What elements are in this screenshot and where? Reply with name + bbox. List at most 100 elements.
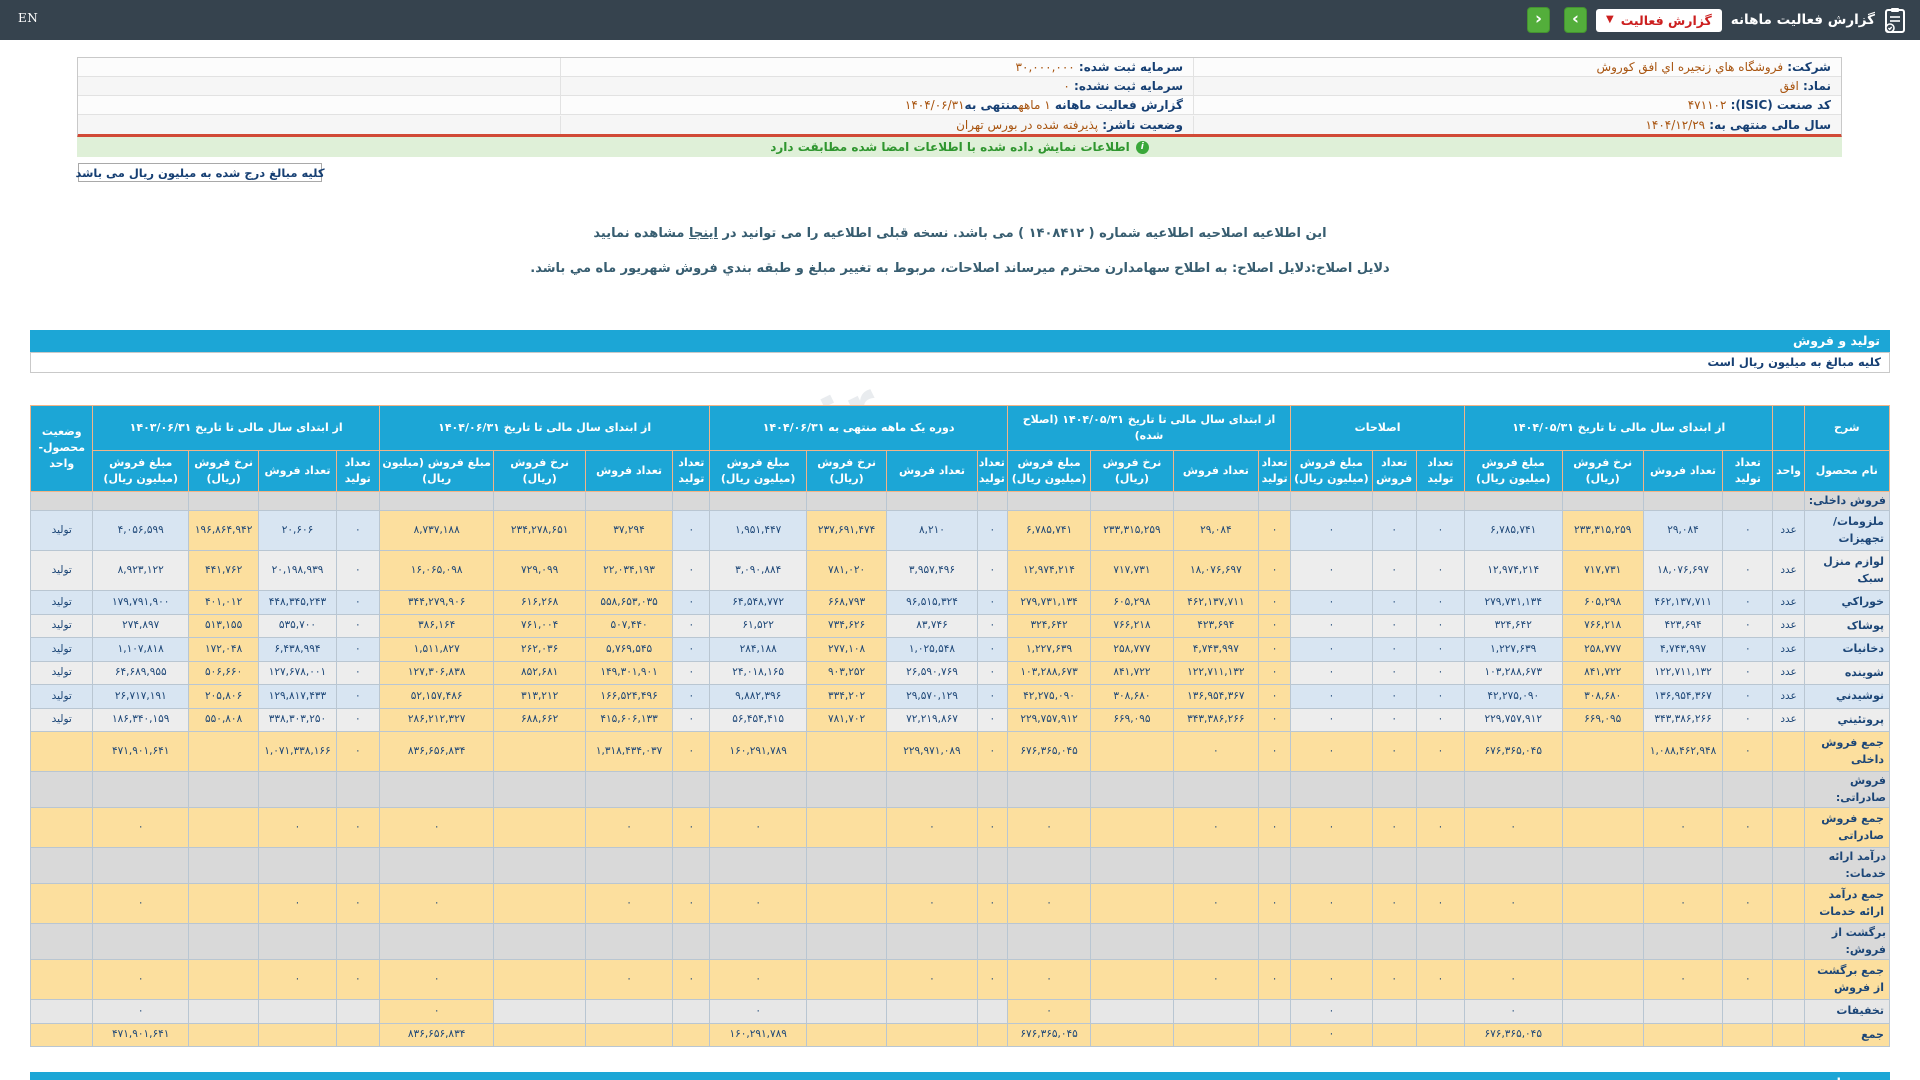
data-cell	[1291, 848, 1372, 884]
column-header: مبلغ فروش (میلیون ریال)	[93, 450, 188, 491]
data-cell	[1173, 491, 1258, 511]
company-info-table: شرکت: فروشگاه هاي زنجيره اي افق كوروشسرم…	[77, 57, 1842, 138]
data-cell: ۶۷۶,۳۶۵,۰۴۵	[1465, 732, 1563, 772]
data-cell: ۰	[1416, 732, 1464, 772]
info-value: ۱۴۰۴/۱۲/۲۹	[1645, 118, 1705, 132]
data-cell	[1372, 1000, 1416, 1024]
unit-cell: عدد	[1773, 708, 1804, 732]
data-cell: ۰	[1723, 551, 1773, 591]
language-toggle-en[interactable]: EN	[18, 11, 38, 25]
data-cell: ۲۶۲,۰۳۶	[494, 638, 585, 662]
data-cell: ۰	[1291, 1023, 1372, 1047]
data-cell: ۵۵۰,۸۰۸	[188, 708, 258, 732]
next-report-button[interactable]: ›	[1564, 7, 1587, 33]
data-cell	[806, 772, 886, 808]
data-cell	[494, 960, 585, 1000]
data-cell	[710, 848, 806, 884]
data-cell	[1562, 1023, 1643, 1047]
data-cell: ۰	[1259, 960, 1291, 1000]
data-cell	[1416, 924, 1464, 960]
data-cell: ۰	[1372, 884, 1416, 924]
data-cell	[887, 848, 977, 884]
info-cell-mid: وضعیت ناشر: پذیرفته شده در بورس تهران	[560, 116, 1193, 134]
data-cell: ۱,۹۵۱,۴۴۷	[710, 511, 806, 551]
data-cell: ۴۲۳,۶۹۴	[1173, 614, 1258, 638]
data-cell: ۰	[1416, 638, 1464, 662]
row-name: نوشیدني	[1804, 685, 1889, 709]
data-cell: ۲۳۴,۲۷۸,۶۵۱	[494, 511, 585, 551]
previous-version-link[interactable]: اینجا	[689, 226, 718, 241]
data-cell	[806, 732, 886, 772]
data-cell: ۱,۲۲۷,۶۳۹	[1465, 638, 1563, 662]
data-cell: ۶۰۵,۲۹۸	[1562, 591, 1643, 615]
unit-cell	[1773, 1000, 1804, 1024]
row-name: برگشت از فروش:	[1804, 924, 1889, 960]
section-header-production-sales: تولید و فروش	[30, 330, 1890, 352]
data-cell: ۹۰۳,۲۵۲	[806, 661, 886, 685]
previous-report-button[interactable]: ‹	[1527, 7, 1550, 33]
data-cell: ۶۶۹,۰۹۵	[1562, 708, 1643, 732]
data-cell	[494, 884, 585, 924]
data-cell	[494, 924, 585, 960]
data-cell: ۰	[1173, 808, 1258, 848]
data-cell	[379, 491, 494, 511]
data-cell: ۰	[887, 884, 977, 924]
data-cell: ۰	[1291, 551, 1372, 591]
data-cell: ۰	[673, 708, 710, 732]
data-cell: ۸۵۲,۶۸۱	[494, 661, 585, 685]
data-cell	[585, 1023, 672, 1047]
data-cell: ۰	[336, 591, 379, 615]
data-cell: ۶,۷۸۵,۷۴۱	[1465, 511, 1563, 551]
data-cell: ۰	[977, 960, 1007, 1000]
data-cell: ۰	[1173, 732, 1258, 772]
data-cell: ۳۴۳,۳۸۶,۲۶۶	[1643, 708, 1722, 732]
data-cell: ۰	[1416, 551, 1464, 591]
data-cell: ۰	[1291, 638, 1372, 662]
group-header: از ابتدای سال مالی تا تاریخ ۱۴۰۴/۰۶/۳۱	[379, 406, 710, 451]
data-cell: ۴۶۲,۱۳۷,۷۱۱	[1643, 591, 1722, 615]
data-cell	[710, 772, 806, 808]
data-cell: ۳۴۴,۲۷۹,۹۰۶	[379, 591, 494, 615]
data-cell: ۷۶۱,۰۰۴	[494, 614, 585, 638]
data-cell	[188, 1000, 258, 1024]
data-cell	[1562, 732, 1643, 772]
data-cell: ۰	[1372, 511, 1416, 551]
data-cell: ۰	[336, 732, 379, 772]
data-cell: ۱۲۷,۳۰۶,۸۳۸	[379, 661, 494, 685]
data-cell	[1291, 772, 1372, 808]
data-cell: ۰	[93, 808, 188, 848]
data-cell: ۴,۷۴۳,۹۹۷	[1643, 638, 1722, 662]
data-cell: ۰	[336, 638, 379, 662]
data-cell	[1372, 772, 1416, 808]
data-cell: ۵,۷۶۹,۵۴۵	[585, 638, 672, 662]
data-cell	[1173, 848, 1258, 884]
data-cell: ۴۴۱,۷۶۲	[188, 551, 258, 591]
data-cell: ۴۶۲,۱۳۷,۷۱۱	[1173, 591, 1258, 615]
info-icon: i	[1136, 141, 1149, 154]
data-cell: ۰	[977, 638, 1007, 662]
info-value: فروشگاه هاي زنجيره اي افق كوروش	[1596, 60, 1783, 74]
data-cell: ۴,۰۵۶,۵۹۹	[93, 511, 188, 551]
table-row-product: لوازم منزل سبکعدد۰۱۸,۰۷۶,۶۹۷۷۱۷,۷۳۱۱۲,۹۷…	[31, 551, 1890, 591]
data-cell: ۰	[336, 884, 379, 924]
data-cell	[1259, 491, 1291, 511]
report-type-dropdown[interactable]: گزارش فعالیت ▼	[1596, 9, 1722, 32]
data-cell: ۰	[1723, 685, 1773, 709]
row-name: پوشاک	[1804, 614, 1889, 638]
data-cell	[806, 924, 886, 960]
column-header: نرخ فروش (ریال)	[1562, 450, 1643, 491]
next-section-bar-clipped: توضیحات	[30, 1072, 1890, 1080]
data-cell: ۱,۱۰۷,۸۱۸	[93, 638, 188, 662]
data-cell: ۰	[336, 808, 379, 848]
data-cell: ۰	[887, 960, 977, 1000]
status-cell: تولید	[31, 614, 93, 638]
data-cell: ۰	[1723, 884, 1773, 924]
column-header: تعداد تولید	[1259, 450, 1291, 491]
data-cell	[1372, 491, 1416, 511]
data-cell: ۱,۲۲۷,۶۳۹	[1007, 638, 1090, 662]
data-cell: ۰	[1007, 1000, 1090, 1024]
data-cell	[379, 848, 494, 884]
unit-cell	[1773, 772, 1804, 808]
data-cell: ۱۲۷,۶۷۸,۰۰۱	[259, 661, 336, 685]
column-header: نرخ فروش (ریال)	[494, 450, 585, 491]
